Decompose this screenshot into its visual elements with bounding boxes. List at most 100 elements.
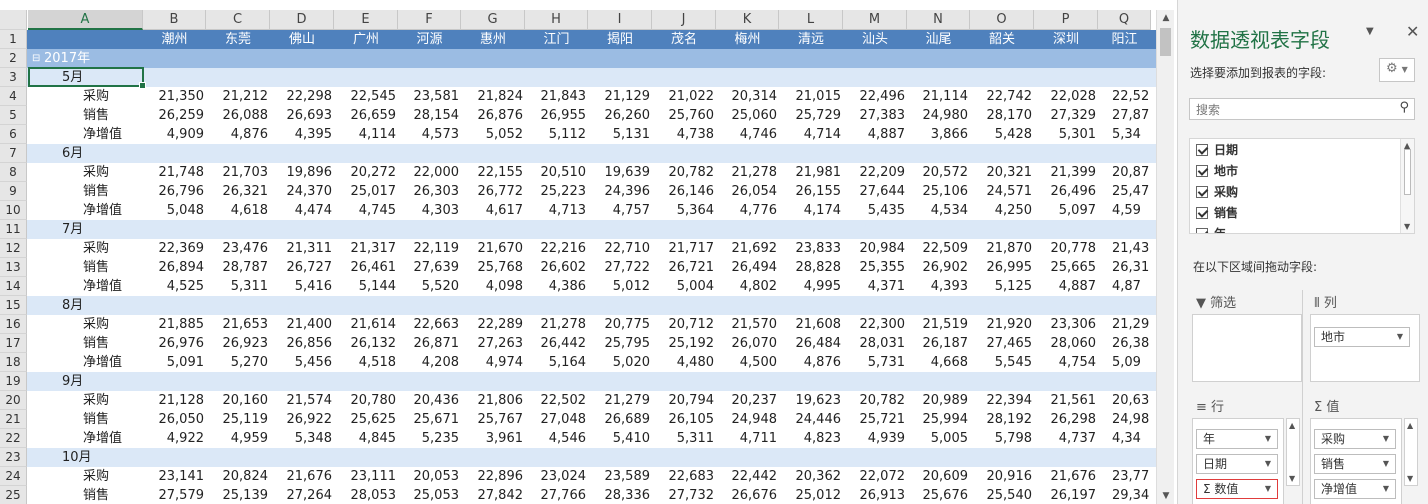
area-field-pill[interactable]: 净增值 ▼ xyxy=(1314,479,1396,499)
value-cell[interactable]: 28,828 xyxy=(779,258,843,277)
value-cell[interactable]: 20,609 xyxy=(907,467,970,486)
value-cell[interactable]: 5,428 xyxy=(970,125,1034,144)
value-cell[interactable]: 4,518 xyxy=(334,353,398,372)
value-cell[interactable]: 27,329 xyxy=(1034,106,1098,125)
value-cell[interactable]: 4,776 xyxy=(716,201,779,220)
value-cell[interactable]: 26,259 xyxy=(143,106,206,125)
value-cell[interactable]: 5,097 xyxy=(1034,201,1098,220)
value-cell[interactable]: 5,270 xyxy=(206,353,270,372)
value-cell[interactable]: 4,746 xyxy=(716,125,779,144)
value-cell[interactable]: 21,843 xyxy=(525,87,588,106)
row-number[interactable]: 7 xyxy=(0,144,27,163)
value-cell[interactable]: 20,794 xyxy=(652,391,716,410)
value-cell[interactable]: 26,442 xyxy=(525,334,588,353)
field-search-input[interactable]: 搜索 ⚲ xyxy=(1189,98,1415,120)
row-number[interactable]: 23 xyxy=(0,448,27,467)
row-number[interactable]: 6 xyxy=(0,125,27,144)
filters-dropzone[interactable] xyxy=(1192,314,1302,382)
value-cell[interactable]: 4,59 xyxy=(1098,201,1155,220)
dropdown-chevron-icon[interactable]: ▼ xyxy=(1397,328,1403,346)
value-cell[interactable]: 3,866 xyxy=(907,125,970,144)
value-cell[interactable]: 25,355 xyxy=(843,258,907,277)
value-cell[interactable]: 21,519 xyxy=(907,315,970,334)
value-cell[interactable]: 5,311 xyxy=(652,429,716,448)
value-cell[interactable]: 5,012 xyxy=(588,277,652,296)
value-cell[interactable]: 26,105 xyxy=(652,410,716,429)
dropdown-chevron-icon[interactable]: ▼ xyxy=(1265,480,1271,498)
value-cell[interactable]: 26,31 xyxy=(1098,258,1155,277)
value-cell[interactable]: 5,301 xyxy=(1034,125,1098,144)
value-cell[interactable]: 22,545 xyxy=(334,87,398,106)
value-cell[interactable]: 26,484 xyxy=(779,334,843,353)
row-number[interactable]: 22 xyxy=(0,429,27,448)
value-cell[interactable]: 5,005 xyxy=(907,429,970,448)
value-cell[interactable]: 4,208 xyxy=(398,353,461,372)
city-header-cell[interactable]: 揭阳 xyxy=(588,30,652,49)
column-header-m[interactable]: M xyxy=(843,10,907,30)
column-header-n[interactable]: N xyxy=(907,10,970,30)
value-cell[interactable]: 26,894 xyxy=(143,258,206,277)
value-cell[interactable]: 20,272 xyxy=(334,163,398,182)
value-cell[interactable]: 21,128 xyxy=(143,391,206,410)
value-cell[interactable]: 23,111 xyxy=(334,467,398,486)
column-header-p[interactable]: P xyxy=(1034,10,1098,30)
value-cell[interactable]: 23,306 xyxy=(1034,315,1098,334)
value-cell[interactable]: 4,87 xyxy=(1098,277,1155,296)
value-cell[interactable]: 4,618 xyxy=(206,201,270,220)
value-cell[interactable]: 4,909 xyxy=(143,125,206,144)
columns-dropzone[interactable]: 地市 ▼ xyxy=(1310,314,1420,382)
value-cell[interactable]: 23,476 xyxy=(206,239,270,258)
value-cell[interactable]: 28,170 xyxy=(970,106,1034,125)
value-cell[interactable]: 26,197 xyxy=(1034,486,1098,504)
value-cell[interactable]: 27,87 xyxy=(1098,106,1155,125)
value-cell[interactable]: 26,602 xyxy=(525,258,588,277)
row-number[interactable]: 11 xyxy=(0,220,27,239)
value-cell[interactable]: 28,154 xyxy=(398,106,461,125)
value-cell[interactable]: 20,782 xyxy=(652,163,716,182)
value-cell[interactable]: 22,742 xyxy=(970,87,1034,106)
value-cell[interactable]: 25,053 xyxy=(398,486,461,504)
value-cell[interactable]: 4,386 xyxy=(525,277,588,296)
city-header-cell[interactable]: 广州 xyxy=(334,30,398,49)
value-cell[interactable]: 26,913 xyxy=(843,486,907,504)
value-cell[interactable]: 20,314 xyxy=(716,87,779,106)
area-field-pill[interactable]: 地市 ▼ xyxy=(1314,327,1410,347)
value-cell[interactable]: 26,923 xyxy=(206,334,270,353)
row-number[interactable]: 12 xyxy=(0,239,27,258)
row-number[interactable]: 24 xyxy=(0,467,27,486)
row-number[interactable]: 16 xyxy=(0,315,27,334)
value-cell[interactable]: 20,775 xyxy=(588,315,652,334)
value-cell[interactable]: 21,561 xyxy=(1034,391,1098,410)
value-cell[interactable]: 26,876 xyxy=(461,106,525,125)
value-cell[interactable]: 26,38 xyxy=(1098,334,1155,353)
value-cell[interactable]: 4,713 xyxy=(525,201,588,220)
value-cell[interactable]: 25,47 xyxy=(1098,182,1155,201)
city-header-cell[interactable]: 茂名 xyxy=(652,30,716,49)
value-cell[interactable]: 21,29 xyxy=(1098,315,1155,334)
value-cell[interactable]: 27,263 xyxy=(461,334,525,353)
column-header-g[interactable]: G xyxy=(461,10,525,30)
value-cell[interactable]: 4,474 xyxy=(270,201,334,220)
value-cell[interactable]: 20,778 xyxy=(1034,239,1098,258)
value-cell[interactable]: 26,054 xyxy=(716,182,779,201)
vertical-scrollbar[interactable]: ▲ ▼ xyxy=(1156,10,1174,504)
city-header-cell[interactable]: 东莞 xyxy=(206,30,270,49)
value-cell[interactable]: 4,500 xyxy=(716,353,779,372)
value-cell[interactable]: 21,885 xyxy=(143,315,206,334)
value-cell[interactable]: 25,665 xyxy=(1034,258,1098,277)
column-header-o[interactable]: O xyxy=(970,10,1034,30)
value-cell[interactable]: 22,496 xyxy=(843,87,907,106)
value-cell[interactable]: 5,164 xyxy=(525,353,588,372)
value-cell[interactable]: 21,653 xyxy=(206,315,270,334)
column-header-l[interactable]: L xyxy=(779,10,843,30)
value-cell[interactable]: 25,139 xyxy=(206,486,270,504)
tools-gear-icon[interactable]: ⚙ ▼ xyxy=(1379,58,1415,82)
value-cell[interactable]: 26,689 xyxy=(588,410,652,429)
value-cell[interactable]: 20,712 xyxy=(652,315,716,334)
field-item[interactable]: 日期 xyxy=(1196,140,1238,160)
value-cell[interactable]: 21,015 xyxy=(779,87,843,106)
value-cell[interactable]: 21,212 xyxy=(206,87,270,106)
value-cell[interactable]: 24,571 xyxy=(970,182,1034,201)
value-cell[interactable]: 25,767 xyxy=(461,410,525,429)
value-cell[interactable]: 26,676 xyxy=(716,486,779,504)
